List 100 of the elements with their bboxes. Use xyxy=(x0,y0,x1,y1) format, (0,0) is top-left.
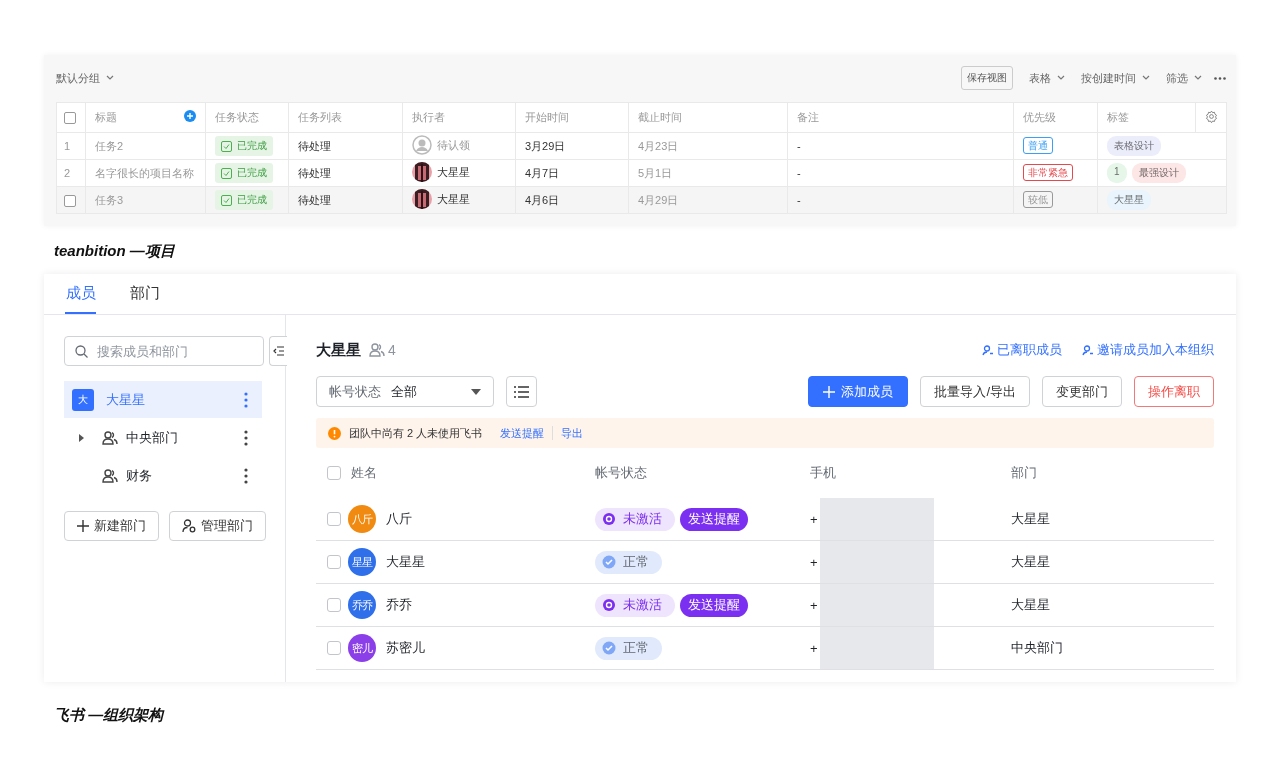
tag: 表格设计 xyxy=(1107,136,1161,156)
start-date: 4月6日 xyxy=(525,193,560,206)
check-circle-icon xyxy=(602,641,616,655)
task-title[interactable]: 任务2 xyxy=(95,139,124,152)
settings-icon[interactable] xyxy=(1204,110,1218,123)
more-icon[interactable] xyxy=(244,429,248,446)
check-circle-icon xyxy=(602,555,616,569)
tree-item[interactable]: 中央部门 xyxy=(64,419,262,456)
people-icon xyxy=(102,468,118,483)
more-icon[interactable] xyxy=(1214,76,1226,80)
status-badge: 未激活 xyxy=(595,507,675,531)
checkbox[interactable] xyxy=(64,194,76,207)
tree-item[interactable]: 财务 xyxy=(64,457,262,494)
person-icon xyxy=(982,344,993,356)
note-cell: - xyxy=(797,167,801,179)
send-reminder-button[interactable]: 发送提醒 xyxy=(680,507,748,531)
start-date: 4月7日 xyxy=(525,166,560,179)
phone-prefix: + xyxy=(810,597,818,613)
search-field[interactable]: 搜索成员和部门 xyxy=(64,336,264,366)
department-name: 中央部门 xyxy=(1011,640,1063,655)
person-icon xyxy=(1082,344,1093,356)
add-icon[interactable] xyxy=(184,110,196,122)
phone-prefix: + xyxy=(810,554,818,570)
more-icon[interactable] xyxy=(244,467,248,484)
table-cell: 待处理 xyxy=(298,139,331,152)
start-date: 3月29日 xyxy=(525,139,566,152)
person-gear-icon xyxy=(182,519,196,533)
collapse-button[interactable] xyxy=(269,336,287,366)
tag: 大星星 xyxy=(1107,190,1151,210)
row-number: 1 xyxy=(64,140,71,152)
avatar: 星星 xyxy=(348,548,376,576)
tag: 1 xyxy=(1107,163,1127,183)
tree-button[interactable]: 新建部门 xyxy=(64,511,159,541)
action-button[interactable]: 变更部门 xyxy=(1042,376,1122,407)
checkbox[interactable] xyxy=(64,112,76,125)
checkbox[interactable] xyxy=(327,598,341,612)
chevron-icon[interactable] xyxy=(106,75,114,81)
tree-button[interactable]: 管理部门 xyxy=(169,511,266,541)
send-reminder-button[interactable]: 发送提醒 xyxy=(680,593,748,617)
phone-prefix: + xyxy=(810,511,818,527)
status-badge: 已完成 xyxy=(215,163,273,183)
link[interactable]: 发送提醒 xyxy=(500,425,545,441)
tag: 最强设计 xyxy=(1131,163,1186,183)
view-dropdown[interactable]: 表格 xyxy=(1029,70,1065,86)
filter-dropdown[interactable]: 筛选 xyxy=(1166,70,1202,86)
checkbox-icon xyxy=(221,140,232,152)
column-header: 任务列表 xyxy=(298,111,342,123)
people-icon xyxy=(369,343,385,357)
dropdown-icon xyxy=(471,388,481,395)
tab[interactable]: 成员 xyxy=(65,274,96,314)
column-header: 标签 xyxy=(1107,111,1129,123)
member-name: 苏密儿 xyxy=(386,639,425,657)
link[interactable]: 已离职成员 xyxy=(982,341,1062,359)
link[interactable]: 邀请成员加入本组织 xyxy=(1082,341,1214,359)
chevron-icon[interactable] xyxy=(1194,75,1202,81)
group-dropdown[interactable]: 默认分组 xyxy=(56,70,114,86)
priority-badge: 较低 xyxy=(1023,191,1053,208)
member-name: 八斤 xyxy=(386,510,412,528)
assignee-name: 大星星 xyxy=(437,191,470,207)
expand-arrow-icon[interactable] xyxy=(78,433,84,442)
checkbox[interactable] xyxy=(327,466,341,480)
row-number: 2 xyxy=(64,167,71,179)
due-date: 4月29日 xyxy=(638,193,679,206)
save-view-button[interactable]: 保存视图 xyxy=(961,66,1013,90)
checkbox-icon xyxy=(221,167,232,179)
status-badge: 未激活 xyxy=(595,593,675,617)
chevron-icon[interactable] xyxy=(1142,75,1150,81)
org-badge: 大 xyxy=(72,388,94,411)
checkbox[interactable] xyxy=(327,512,341,526)
action-button[interactable]: 添加成员 xyxy=(808,376,909,407)
column-header: 开始时间 xyxy=(525,111,569,123)
plus-icon xyxy=(77,520,89,532)
person-avatar-icon xyxy=(412,135,432,155)
department-name: 大星星 xyxy=(1011,554,1050,569)
sort-dropdown[interactable]: 按创建时间 xyxy=(1081,70,1150,86)
action-button[interactable]: 批量导入/导出 xyxy=(920,376,1030,407)
member-name: 乔乔 xyxy=(386,596,412,614)
checkbox[interactable] xyxy=(327,555,341,569)
member-count: 4 xyxy=(369,342,396,358)
list-icon xyxy=(514,385,529,398)
department-name: 大星星 xyxy=(1011,511,1050,526)
list-view-button[interactable] xyxy=(506,376,537,407)
priority-badge: 非常紧急 xyxy=(1023,164,1073,181)
department-title: 大星星 xyxy=(316,340,361,360)
checkbox[interactable] xyxy=(327,641,341,655)
status-badge: 正常 xyxy=(595,550,662,574)
table-cell: 待处理 xyxy=(298,166,331,179)
radio-icon xyxy=(602,512,616,526)
table-cell: 待处理 xyxy=(298,193,331,206)
assignee-name: 大星星 xyxy=(437,164,470,180)
status-select[interactable]: 帐号状态 全部 xyxy=(316,376,494,407)
checkbox-icon xyxy=(221,194,232,206)
department-name: 大星星 xyxy=(1011,597,1050,612)
tab[interactable]: 部门 xyxy=(129,274,160,314)
column-header: 任务状态 xyxy=(215,111,259,123)
tree-item[interactable]: 大 大星星 xyxy=(64,381,262,418)
action-button[interactable]: 操作离职 xyxy=(1134,376,1214,407)
caption: teanbition —项目 xyxy=(54,242,176,261)
link[interactable]: 导出 xyxy=(561,425,584,441)
chevron-icon[interactable] xyxy=(1057,75,1065,81)
